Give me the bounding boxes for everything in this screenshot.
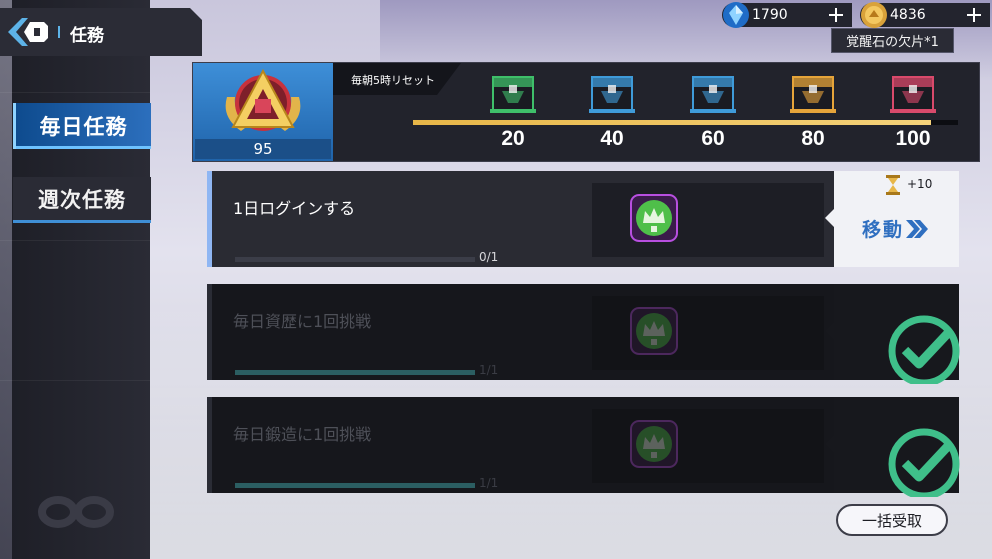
go-button[interactable]: 移動 xyxy=(862,215,929,242)
tab-label: 週次任務 xyxy=(38,187,126,212)
add-coin-icon[interactable] xyxy=(964,5,984,25)
milestone-label: 40 xyxy=(600,127,624,150)
mission-count: 0/1 xyxy=(479,250,499,264)
mission-points: +10 xyxy=(907,177,933,191)
mission-count: 1/1 xyxy=(479,363,499,377)
mission-card: 毎日鍛造に1回挑戦 1/1 xyxy=(207,397,960,497)
mission-name: 1日ログインする xyxy=(233,199,356,218)
crystal-icon xyxy=(723,2,749,28)
add-gem-icon[interactable] xyxy=(826,5,846,25)
crown-token-icon[interactable] xyxy=(629,306,679,356)
activity-progress-panel: 95 毎朝5時リセット 20 40 60 80 100 xyxy=(192,62,980,162)
mission-progress-bar xyxy=(235,370,475,375)
reset-time-label: 毎朝5時リセット xyxy=(333,63,461,95)
chest-icon[interactable] xyxy=(589,69,635,117)
mission-progress-fill xyxy=(235,483,475,488)
chest-icon[interactable] xyxy=(890,69,936,117)
activity-progress-bar xyxy=(413,120,958,125)
page-title: 任務 xyxy=(70,26,104,46)
claim-all-button[interactable]: 一括受取 xyxy=(836,504,948,536)
activity-level: 95 xyxy=(193,63,333,161)
infinity-icon xyxy=(38,496,114,528)
mission-name: 毎日資歴に1回挑戦 xyxy=(233,312,372,331)
emblem-icon xyxy=(225,68,301,131)
reward-tooltip: 覚醒石の欠片*1 xyxy=(831,28,954,53)
mission-progress-fill xyxy=(235,370,475,375)
mission-progress-bar xyxy=(235,257,475,262)
go-button-label: 移動 xyxy=(862,219,905,241)
tab-daily-missions[interactable]: 毎日任務 xyxy=(13,103,151,149)
mission-card: 毎日資歴に1回挑戦 1/1 xyxy=(207,284,960,384)
crown-token-icon[interactable] xyxy=(629,193,679,243)
back-arrow-icon[interactable] xyxy=(4,16,50,48)
tab-weekly-missions[interactable]: 週次任務 xyxy=(13,177,151,223)
crown-token-icon[interactable] xyxy=(629,419,679,469)
coin-currency: 4836 xyxy=(860,2,990,28)
gem-count: 1790 xyxy=(752,7,788,23)
milestone-label: 60 xyxy=(701,127,725,150)
activity-progress-fill xyxy=(413,120,931,125)
tab-label: 毎日任務 xyxy=(39,115,128,139)
chest-icon[interactable] xyxy=(490,69,536,117)
chest-icon[interactable] xyxy=(690,69,736,117)
milestone-label: 20 xyxy=(501,127,525,150)
mission-card: 1日ログインする 0/1 +10 移動 xyxy=(207,171,959,267)
coin-count: 4836 xyxy=(890,7,926,23)
check-icon xyxy=(888,428,960,497)
milestone-label: 80 xyxy=(801,127,825,150)
chest-icon[interactable] xyxy=(790,69,836,117)
milestone-label: 100 xyxy=(895,127,931,150)
left-rail xyxy=(0,0,150,559)
double-chevron-icon xyxy=(906,219,929,238)
hourglass-icon xyxy=(886,175,900,195)
mission-name: 毎日鍛造に1回挑戦 xyxy=(233,425,372,444)
gem-currency: 1790 xyxy=(722,2,852,28)
check-icon xyxy=(888,315,960,384)
coin-icon xyxy=(861,2,887,28)
mission-count: 1/1 xyxy=(479,476,499,490)
activity-level-value: 95 xyxy=(195,139,331,159)
mission-progress-bar xyxy=(235,483,475,488)
header: 任務 xyxy=(0,8,202,56)
